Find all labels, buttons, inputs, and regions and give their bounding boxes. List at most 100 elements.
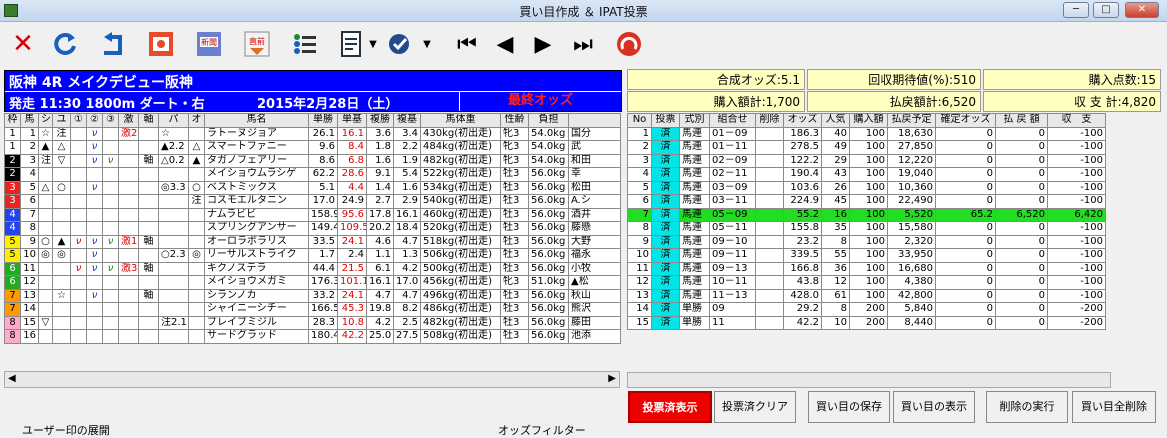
horse-col-header[interactable]: 馬: [20, 113, 39, 128]
display-bets-button[interactable]: 買い目の表示: [893, 391, 975, 423]
bet-row[interactable]: 6 済馬連 03－11 224.9 45 100 22,490 0 0 -100: [627, 194, 1106, 209]
horse-row[interactable]: 6 11 ν ν ν 激3 軸キクノステラ 44.4 21.5 6.1 4.2 500kg(初出走) 牡…: [4, 261, 621, 276]
bet-row[interactable]: 12 済馬連 10－11 43.8 12 100 4,380 0 0 -100: [627, 275, 1106, 290]
bet-row[interactable]: 9 済馬連 09－10 23.2 8 100 2,320 0 0 -100: [627, 234, 1106, 249]
bet-col-header[interactable]: No: [627, 113, 652, 128]
cancel-icon[interactable]: ✕: [6, 26, 40, 62]
previous-icon[interactable]: ◀: [488, 26, 522, 62]
horse-row[interactable]: 2 4 メイショウムラシゲ 62.2 28.6 9.1 5.4 522kg(初出走) 牡3 56.…: [4, 167, 621, 182]
minimize-button[interactable]: ─: [1063, 2, 1089, 18]
horse-row[interactable]: 8 15 ▽ 注2.1 ブレイブミジル 28.3 10.8 4.2 2.5 482kg(初出走) 牡…: [4, 315, 621, 330]
refresh-icon[interactable]: [48, 26, 82, 62]
horse-row[interactable]: 6 12 メイショウメガミ 176.3 101.1 16.1 17.0 456kg(初出走) 牝…: [4, 275, 621, 290]
chevron-down-icon[interactable]: ▼: [366, 26, 380, 62]
bet-row[interactable]: 10 済馬連 09－11 339.5 55 100 33,950 0 0 -100: [627, 248, 1106, 263]
horse-row[interactable]: 7 14 シャイニーシチー 166.5 45.3 19.8 8.2 486kg(初出走) 牡3 5…: [4, 302, 621, 317]
save-bets-button[interactable]: 買い目の保存: [808, 391, 890, 423]
scroll-right-icon[interactable]: ▶: [608, 373, 616, 384]
horse-cell-m2: [86, 167, 103, 182]
clear-voted-button[interactable]: 投票済クリア: [714, 391, 796, 423]
bet-row[interactable]: 4 済馬連 02－11 190.4 43 100 19,040 0 0 -100: [627, 167, 1106, 182]
horse-col-header[interactable]: シ: [38, 113, 53, 128]
execute-delete-button[interactable]: 削除の実行: [986, 391, 1068, 423]
camera-icon[interactable]: [144, 26, 178, 62]
bet-col-header[interactable]: 投票: [651, 113, 680, 128]
list-icon[interactable]: [288, 26, 322, 62]
horse-row[interactable]: 1 1 ☆ 注 ν 激2 ☆ ラトーヌジョア 26.1 16.1 3.6 3.4 430kg(初出走) 牝…: [4, 126, 621, 141]
bet-row[interactable]: 7 済馬連 05－09 55.2 16 100 5,520 65.2 6,520 6,420: [627, 207, 1106, 222]
horse-cell-tanki: 24.9: [337, 194, 367, 209]
horse-col-header[interactable]: ②: [86, 113, 103, 128]
horse-col-header[interactable]: 軸: [138, 113, 159, 128]
bet-row[interactable]: 2 済馬連 01－11 278.5 49 100 27,850 0 0 -100: [627, 140, 1106, 155]
horse-row[interactable]: 8 16 サードグラッド 180.4 42.2 25.0 27.5 508kg(初出走) 牡3 5…: [4, 329, 621, 344]
bet-col-header[interactable]: オッズ: [783, 113, 822, 128]
horse-cell-load: 54.0kg: [528, 153, 569, 168]
horse-cell-extra: 池添: [568, 329, 621, 344]
horse-cell-no: 11: [20, 261, 39, 276]
newspaper-icon[interactable]: 新聞: [192, 26, 226, 62]
bet-row[interactable]: 8 済馬連 05－11 155.8 35 100 15,580 0 0 -100: [627, 221, 1106, 236]
bet-row[interactable]: 3 済馬連 02－09 122.2 29 100 12,220 0 0 -100: [627, 153, 1106, 168]
horse-row[interactable]: 3 6 注コスモエルタニン 17.0 24.9 2.7 2.9 540kg(初出走) 牡3 56.…: [4, 194, 621, 209]
bet-col-header[interactable]: 式別: [679, 113, 710, 128]
bet-col-header[interactable]: 確定オッズ: [935, 113, 996, 128]
horse-row[interactable]: 2 3 注 ▽ ν ν 軸 △0.2 ▲ タガノフェアリー 8.6 6.8 1.6 1.9 482kg(初出…: [4, 153, 621, 168]
chevron-down-icon[interactable]: ▼: [420, 26, 434, 62]
delete-all-bets-button[interactable]: 買い目全削除: [1072, 391, 1156, 423]
bet-col-header[interactable]: 収 支: [1047, 113, 1106, 128]
show-voted-button[interactable]: 投票済表示: [628, 391, 712, 423]
horse-col-header[interactable]: 激: [118, 113, 139, 128]
horse-row[interactable]: 5 10 ◎ ◎ ν ○2.3 ◎ リーサルストライク 1.7 2.4 1.1 1.3 506kg(初出…: [4, 248, 621, 263]
horse-col-header[interactable]: ユ: [52, 113, 71, 128]
horse-col-header[interactable]: ①: [70, 113, 87, 128]
bet-cell: 100: [849, 248, 888, 263]
horse-col-header[interactable]: 複勝: [366, 113, 394, 128]
horse-row[interactable]: 5 9 ○ ▲ ν ν ν 激1 軸オーロラボラリス 33.5 24.1 4.6 4.7 518kg(初出…: [4, 234, 621, 249]
horizontal-scrollbar[interactable]: ◀ ▶: [4, 371, 620, 388]
bet-row[interactable]: 14 済単勝 09 29.2 8 200 5,840 0 0 -200: [627, 302, 1106, 317]
close-window-button[interactable]: ✕: [1125, 2, 1159, 18]
first-icon[interactable]: ⏮: [450, 26, 484, 62]
horse-col-header[interactable]: 単基: [337, 113, 367, 128]
horseshoe-icon[interactable]: [612, 26, 646, 62]
bet-col-header[interactable]: 購入額: [849, 113, 888, 128]
horse-row[interactable]: 1 2 ▲ △ ν ▲2.2 △ スマートファニー 9.6 8.4 1.8 2.2 484kg(初出走)…: [4, 140, 621, 155]
horse-col-header[interactable]: パ: [158, 113, 189, 128]
next-icon[interactable]: ▶: [526, 26, 560, 62]
bet-row[interactable]: 11 済馬連 09－13 166.8 36 100 16,680 0 0 -100: [627, 261, 1106, 276]
document-icon[interactable]: [334, 26, 368, 62]
scroll-left-icon[interactable]: ◀: [8, 373, 16, 384]
last-icon[interactable]: ⏭: [566, 26, 600, 62]
chokuzen-icon[interactable]: 直前: [240, 26, 274, 62]
bet-col-header[interactable]: 削除: [755, 113, 784, 128]
horse-col-header[interactable]: 単勝: [308, 113, 338, 128]
horse-col-header[interactable]: ③: [102, 113, 119, 128]
horse-col-header[interactable]: 複基: [393, 113, 421, 128]
horse-col-header[interactable]: [568, 113, 621, 128]
horse-col-header[interactable]: 性齢: [500, 113, 529, 128]
horse-row[interactable]: 7 13 ☆ ν 軸シランノカ 33.2 24.1 4.7 4.7 496kg(初出走) 牡3 56.…: [4, 288, 621, 303]
horse-cell-tanki: 2.4: [337, 248, 367, 263]
bet-col-header[interactable]: 組合せ: [709, 113, 756, 128]
bet-table-header: No 投票 式別 組合せ 削除 オッズ 人気 購入額 払戻予定 確定オッズ払 戻 額収 支: [627, 113, 1106, 128]
bet-row[interactable]: 13 済馬連 11－13 428.0 61 100 42,800 0 0 -100: [627, 288, 1106, 303]
horse-row[interactable]: 3 5 △ ○ ν ◎3.3 ○ ベストミックス 5.1 4.4 1.4 1.6 534kg(初出走) 牡…: [4, 180, 621, 195]
bet-scrollbar[interactable]: [627, 372, 1111, 388]
horse-col-header[interactable]: オ: [188, 113, 205, 128]
horse-col-header[interactable]: 負担: [528, 113, 569, 128]
horse-row[interactable]: 4 7 ナムラビビ 158.9 95.6 17.8 16.1 460kg(初出走) 牡3 56.0…: [4, 207, 621, 222]
horse-col-header[interactable]: 馬名: [204, 113, 309, 128]
bet-row[interactable]: 1 済馬連 01－09 186.3 40 100 18,630 0 0 -100: [627, 126, 1106, 141]
bet-col-header[interactable]: 人気: [821, 113, 850, 128]
horse-col-header[interactable]: 馬体重: [420, 113, 501, 128]
horse-col-header[interactable]: 枠: [4, 113, 21, 128]
bet-col-header[interactable]: 払戻予定: [887, 113, 936, 128]
vote-icon[interactable]: [384, 26, 418, 62]
horse-row[interactable]: 4 8 スプリングアンサー 149.4 109.5 20.2 18.4 520kg(初出走) 牡…: [4, 221, 621, 236]
bet-col-header[interactable]: 払 戻 額: [995, 113, 1048, 128]
maximize-button[interactable]: □: [1093, 2, 1119, 18]
bet-row[interactable]: 5 済馬連 03－09 103.6 26 100 10,360 0 0 -100: [627, 180, 1106, 195]
bet-row[interactable]: 15 済単勝 11 42.2 10 200 8,440 0 0 -200: [627, 315, 1106, 330]
undo-icon[interactable]: [96, 26, 130, 62]
